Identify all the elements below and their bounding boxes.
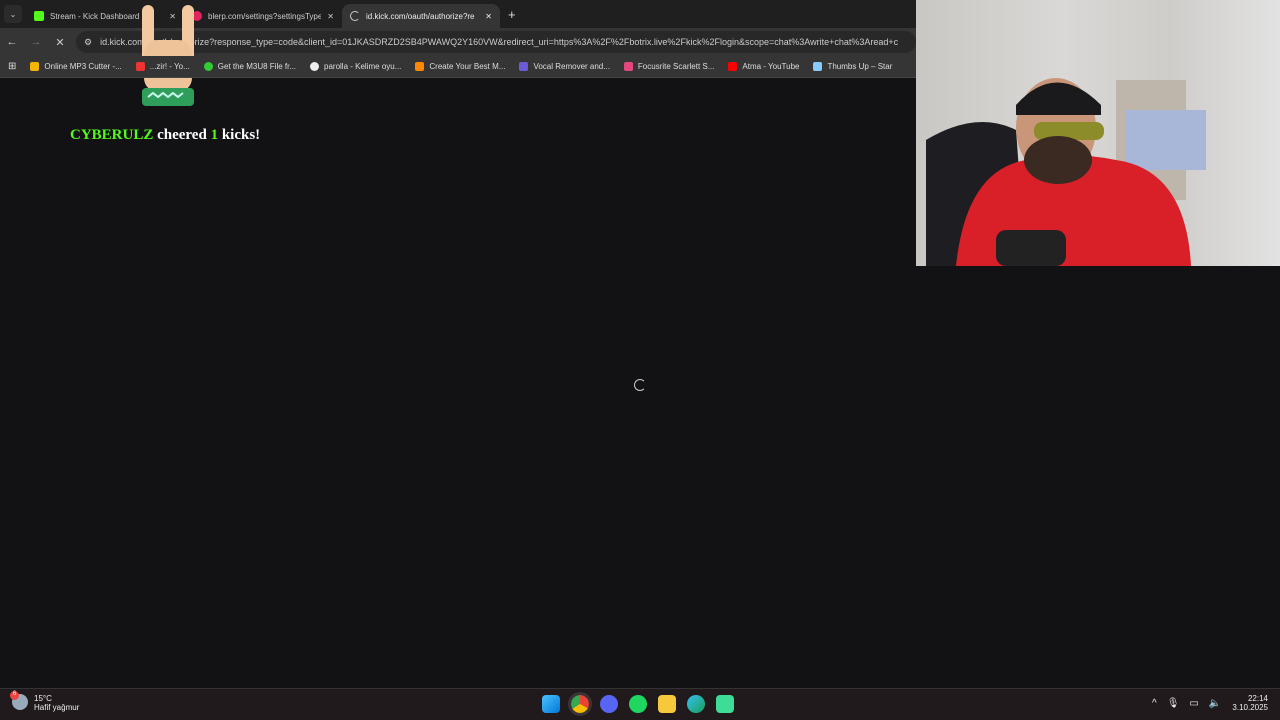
tab-search-button[interactable]: ⌄ <box>4 5 22 23</box>
back-button[interactable]: ← <box>0 36 24 48</box>
bookmark-label: Get the M3U8 File fr... <box>217 62 297 71</box>
weather-rain-icon: 6 <box>10 691 28 710</box>
weather-widget[interactable]: 6 15°C Hafif yağmur <box>10 691 80 712</box>
weather-temp: 15°C <box>34 694 52 703</box>
alert-suffix: kicks! <box>221 127 261 143</box>
tab-title: id.kick.com/oauth/authorize?re <box>366 11 475 21</box>
alert-amount: 1 <box>210 127 219 143</box>
alert-username: CYBERULZ <box>70 127 154 143</box>
bookmark[interactable]: parolla - Kelime oyu... <box>310 62 401 71</box>
loading-spinner-icon <box>634 379 646 391</box>
cheer-alert: CYBERULZ cheered 1 kicks! <box>70 127 260 144</box>
bookmark-favicon <box>415 62 425 71</box>
bookmark-label: parolla - Kelime oyu... <box>324 62 402 71</box>
bookmark[interactable]: Atma - YouTube <box>728 62 799 71</box>
bookmark[interactable]: Vocal Remover and... <box>519 62 610 71</box>
app-icon[interactable] <box>716 695 734 713</box>
bookmark-favicon <box>813 62 823 71</box>
kick-icon <box>34 11 44 21</box>
bookmark-label: Thumbs Up – Star <box>827 62 893 71</box>
bookmark-label: Online MP3 Cutter -... <box>44 62 122 71</box>
tab-kick-oauth[interactable]: id.kick.com/oauth/authorize?re ✕ <box>342 4 500 28</box>
stop-button[interactable]: ✕ <box>48 36 72 49</box>
spotify-icon[interactable] <box>629 695 647 713</box>
bookmark-favicon <box>310 62 320 71</box>
bookmark[interactable]: Online MP3 Cutter -... <box>30 62 122 71</box>
bookmark-label: Atma - YouTube <box>742 62 800 71</box>
clock[interactable]: 22:14 3.10.2025 <box>1232 694 1268 712</box>
start-icon[interactable] <box>542 695 560 713</box>
chrome-icon[interactable] <box>568 692 592 716</box>
alert-verb: cheered <box>157 127 207 143</box>
edge-icon[interactable] <box>687 695 705 713</box>
wristband-icon <box>142 88 194 106</box>
url-text: id.kick.com/oauth/authorize?response_typ… <box>100 37 899 47</box>
forward-button[interactable]: → <box>24 36 48 48</box>
bookmark-label: Create Your Best M... <box>429 62 506 71</box>
bookmark[interactable]: Thumbs Up – Star <box>813 62 892 71</box>
taskbar: 6 15°C Hafif yağmur ^ 🎙 ▭ 🔈 22:14 3.10.20… <box>0 688 1280 720</box>
webcam-image <box>926 78 1206 266</box>
webcam-overlay <box>916 0 1280 266</box>
new-tab-button[interactable]: + <box>508 7 516 22</box>
bookmark[interactable]: Create Your Best M... <box>415 62 505 71</box>
volume-icon[interactable]: 🔈 <box>1209 698 1221 709</box>
file-explorer-icon[interactable] <box>658 695 676 713</box>
clock-date: 3.10.2025 <box>1232 703 1268 712</box>
network-icon[interactable]: ▭ <box>1189 698 1198 709</box>
tab-title: blerp.com/settings?settingsType <box>208 11 322 21</box>
weather-desc: Hafif yağmur <box>34 703 80 712</box>
bookmark[interactable]: ...zir! - Yo... <box>135 62 190 71</box>
apps-icon[interactable]: ⊞ <box>8 61 16 72</box>
bookmark-label: Focusrite Scarlett S... <box>637 62 715 71</box>
clock-time: 22:14 <box>1247 694 1268 703</box>
chevron-up-icon[interactable]: ^ <box>1152 698 1157 709</box>
address-bar[interactable]: ⚙ id.kick.com/oauth/authorize?response_t… <box>76 31 916 53</box>
bookmark-favicon <box>623 62 633 71</box>
bookmark-label: ...zir! - Yo... <box>149 62 190 71</box>
bookmark[interactable]: Get the M3U8 File fr... <box>203 62 297 71</box>
bookmark-favicon <box>30 62 40 71</box>
discord-icon[interactable] <box>600 695 618 713</box>
bookmark-favicon <box>135 62 145 71</box>
weather-badge: 6 <box>10 691 19 700</box>
close-icon[interactable]: ✕ <box>327 12 334 21</box>
bookmark-favicon <box>203 62 213 71</box>
bookmark[interactable]: Focusrite Scarlett S... <box>623 62 715 71</box>
site-info-icon[interactable]: ⚙ <box>84 37 92 48</box>
bookmark-favicon <box>519 62 529 71</box>
close-icon[interactable]: ✕ <box>485 12 492 21</box>
microphone-icon[interactable]: 🎙 <box>1167 698 1180 709</box>
system-tray: ^ 🎙 ▭ 🔈 <box>1152 698 1221 709</box>
loading-spinner-icon <box>350 11 360 21</box>
bookmark-label: Vocal Remover and... <box>533 62 610 71</box>
youtube-icon <box>728 62 738 71</box>
tab-blerp[interactable]: blerp.com/settings?settingsType ✕ <box>184 4 342 28</box>
bookmarks-bar: ⊞ Online MP3 Cutter -... ...zir! - Yo...… <box>0 56 916 78</box>
